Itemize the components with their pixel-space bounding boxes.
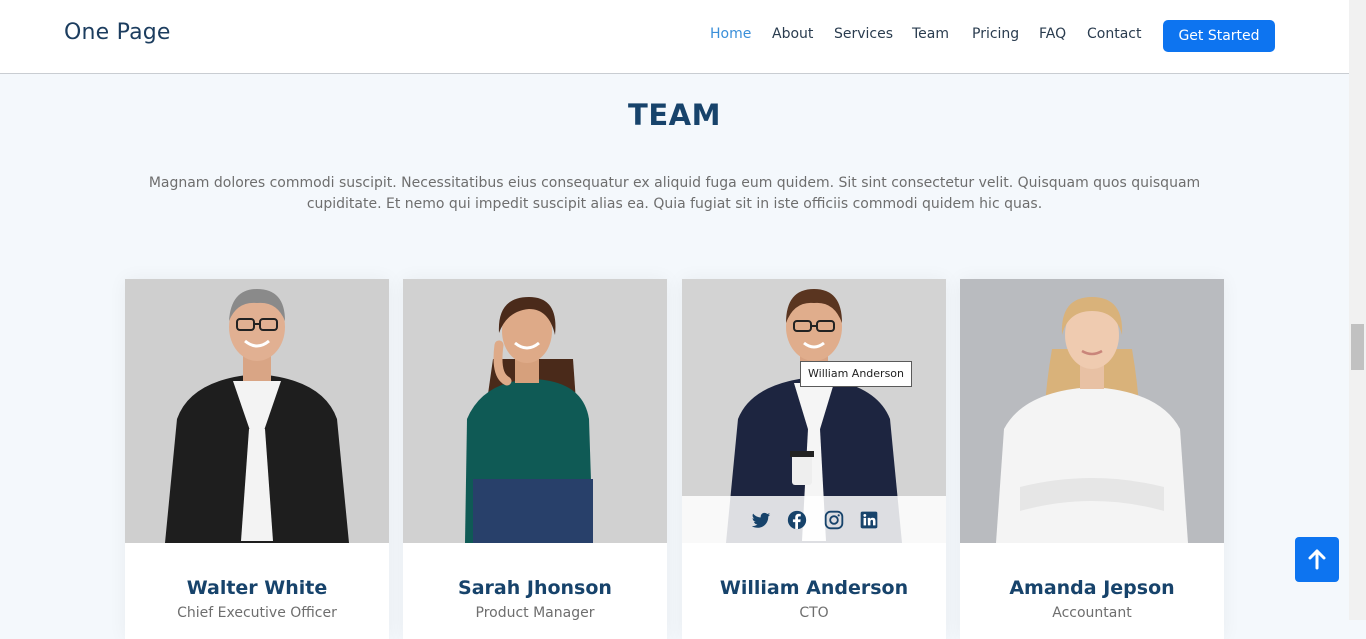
nav-faq[interactable]: FAQ xyxy=(1039,26,1066,42)
member-role: CTO xyxy=(799,605,829,621)
section-title: TEAM xyxy=(628,98,721,132)
arrow-up-icon xyxy=(1308,549,1326,570)
nav-services[interactable]: Services xyxy=(834,26,893,42)
nav-about[interactable]: About xyxy=(772,26,813,42)
nav-team[interactable]: Team xyxy=(912,26,949,42)
member-photo xyxy=(403,279,667,543)
social-links xyxy=(682,496,946,543)
member-name: William Anderson xyxy=(719,577,909,599)
member-photo xyxy=(960,279,1224,543)
site-header: One Page Home About Services Team Pricin… xyxy=(0,0,1349,74)
member-name: Walter White xyxy=(186,577,328,599)
section-description: Magnam dolores commodi suscipit. Necessi… xyxy=(148,175,1201,212)
nav-home[interactable]: Home xyxy=(710,26,751,42)
team-member-card: Walter White Chief Executive Officer xyxy=(125,279,389,639)
scrollbar-thumb[interactable] xyxy=(1351,324,1364,370)
member-name: Sarah Jhonson xyxy=(458,577,612,599)
member-name: Amanda Jepson xyxy=(1009,577,1175,599)
twitter-icon[interactable] xyxy=(751,510,771,530)
get-started-button[interactable]: Get Started xyxy=(1163,20,1275,52)
instagram-icon[interactable] xyxy=(824,510,844,530)
facebook-icon[interactable] xyxy=(787,510,807,530)
team-member-card: Amanda Jepson Accountant xyxy=(960,279,1224,639)
member-role: Product Manager xyxy=(475,605,595,621)
team-member-card: William Anderson CTO xyxy=(682,279,946,639)
team-member-card: Sarah Jhonson Product Manager xyxy=(403,279,667,639)
scrollbar-track[interactable] xyxy=(1349,0,1366,620)
back-to-top-button[interactable] xyxy=(1295,537,1339,582)
photo-tooltip: William Anderson xyxy=(800,361,913,387)
linkedin-icon[interactable] xyxy=(859,510,879,530)
member-photo xyxy=(125,279,389,543)
nav-contact[interactable]: Contact xyxy=(1087,26,1141,42)
member-role: Accountant xyxy=(1052,605,1132,621)
nav-pricing[interactable]: Pricing xyxy=(972,26,1019,42)
member-role: Chief Executive Officer xyxy=(177,605,337,621)
site-logo[interactable]: One Page xyxy=(64,20,171,45)
